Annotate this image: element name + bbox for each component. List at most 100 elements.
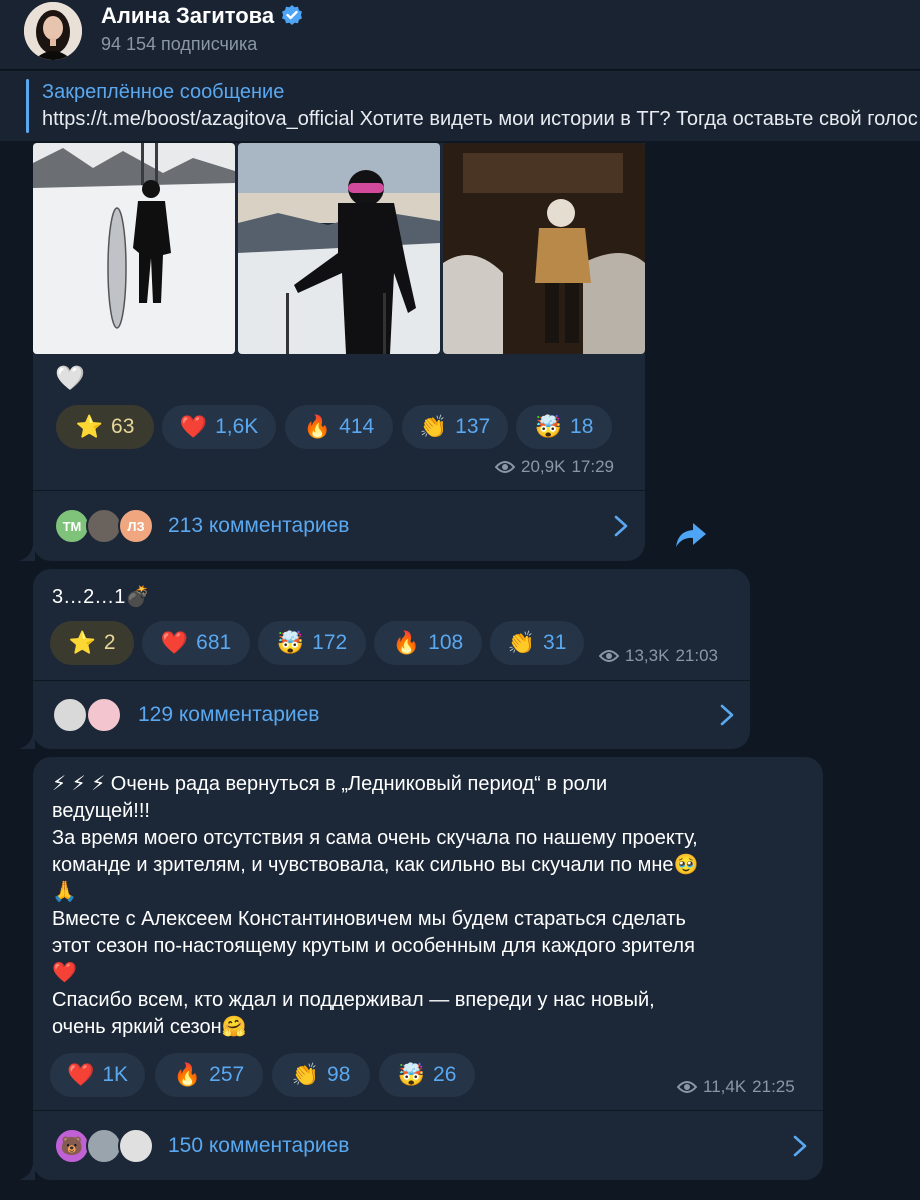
reaction-clap[interactable]: 👏 98	[272, 1053, 370, 1097]
star-icon: ⭐	[68, 630, 96, 655]
message-text: ⚡ ⚡ ⚡ Очень рада вернуться в „Ледниковый…	[52, 771, 812, 1041]
text-line: ведущей!!!	[52, 800, 150, 822]
reaction-count: 26	[433, 1063, 457, 1086]
reaction-fire[interactable]: 🔥 108	[374, 621, 482, 665]
eye-icon	[677, 1081, 697, 1093]
comments-count: 150 комментариев	[168, 1134, 350, 1157]
reaction-mind-blown[interactable]: 🤯 18	[516, 405, 612, 449]
reaction-count: 137	[455, 415, 491, 438]
comments-divider	[33, 680, 750, 681]
reaction-heart[interactable]: ❤️ 1K	[50, 1053, 145, 1097]
text-line: За время моего отсутствия я сама очень с…	[52, 827, 698, 849]
reaction-fire[interactable]: 🔥 257	[155, 1053, 263, 1097]
avatar	[86, 1128, 122, 1164]
avatar	[52, 697, 88, 733]
comments-divider	[33, 1110, 823, 1111]
star-icon: ⭐	[75, 414, 104, 439]
commenter-avatars: 🐻	[54, 1128, 154, 1164]
comments-link[interactable]: 129 комментариев	[52, 687, 742, 743]
reaction-count: 681	[196, 631, 232, 654]
comments-count: 129 комментариев	[138, 703, 320, 726]
commenter-avatars	[52, 697, 124, 733]
reaction-clap[interactable]: 👏 31	[490, 621, 584, 665]
message-time: 21:03	[675, 646, 718, 665]
reaction-heart[interactable]: ❤️ 681	[142, 621, 250, 665]
reaction-count: 414	[339, 415, 375, 438]
bubble-tail	[19, 545, 35, 561]
photo-ski-slope[interactable]	[238, 143, 440, 354]
text-line: ⚡ ⚡ ⚡ Очень рада вернуться в „Ледниковый…	[52, 773, 608, 795]
avatar: ТМ	[54, 508, 90, 544]
mind-blown-icon: 🤯	[397, 1062, 426, 1087]
verified-badge-icon	[282, 5, 303, 25]
fire-icon: 🔥	[392, 630, 421, 655]
reaction-mind-blown[interactable]: 🤯 26	[379, 1053, 475, 1097]
text-line: Вместе с Алексеем Константиновичем мы бу…	[52, 908, 686, 930]
avatar: ЛЗ	[118, 508, 154, 544]
heart-icon: ❤️	[66, 1062, 95, 1087]
channel-title[interactable]: Алина Загитова	[101, 3, 304, 29]
chevron-right-icon	[793, 1135, 807, 1157]
text-line: ❤️	[52, 962, 77, 984]
channel-avatar[interactable]	[24, 2, 82, 60]
reaction-count: 1,6K	[215, 415, 259, 438]
view-count: 13,3K	[625, 646, 670, 665]
message-meta: 20,9K 17:29	[495, 457, 614, 477]
fire-icon: 🔥	[303, 414, 332, 439]
commenter-avatars: ТМ ЛЗ	[54, 508, 158, 544]
text-line: этот сезон по-настоящему крутым и особен…	[52, 935, 695, 957]
pinned-message-bar[interactable]: Закреплённое сообщение https://t.me/boos…	[0, 71, 920, 141]
avatar: 🐻	[54, 1128, 90, 1164]
message-caption: 🤍	[55, 365, 85, 392]
chevron-right-icon	[614, 515, 628, 537]
text-line: Спасибо всем, кто ждал и поддерживал — в…	[52, 989, 655, 1011]
clap-icon: 👏	[507, 630, 536, 655]
avatar	[86, 697, 122, 733]
reaction-mind-blown[interactable]: 🤯 172	[258, 621, 366, 665]
heart-icon: ❤️	[179, 414, 208, 439]
pinned-title: Закреплённое сообщение	[42, 81, 285, 103]
fire-icon: 🔥	[173, 1062, 202, 1087]
pinned-text: https://t.me/boost/azagitova_official Хо…	[42, 108, 918, 130]
reaction-count: 98	[327, 1063, 351, 1086]
photo-album[interactable]	[33, 143, 645, 355]
bubble-tail	[19, 733, 35, 749]
avatar	[86, 508, 122, 544]
clap-icon: 👏	[291, 1062, 320, 1087]
bubble-tail	[19, 1164, 35, 1180]
share-arrow-icon[interactable]	[675, 521, 707, 549]
pinned-indicator	[26, 79, 29, 133]
avatar	[118, 1128, 154, 1164]
heart-icon: ❤️	[160, 630, 189, 655]
photo-snowboard[interactable]	[33, 143, 235, 354]
subscriber-count: 94 154 подписчика	[101, 34, 258, 54]
reaction-fire[interactable]: 🔥 414	[285, 405, 393, 449]
comments-divider	[33, 490, 645, 491]
mind-blown-icon: 🤯	[276, 630, 305, 655]
clap-icon: 👏	[419, 414, 448, 439]
mind-blown-icon: 🤯	[534, 414, 563, 439]
view-count: 11,4K	[703, 1077, 747, 1096]
photo-night-walk[interactable]	[443, 143, 645, 354]
message-meta: 11,4K 21:25	[677, 1077, 795, 1097]
channel-name: Алина Загитова	[101, 3, 275, 28]
reaction-star[interactable]: ⭐ 2	[50, 621, 134, 665]
comments-count: 213 комментариев	[168, 514, 350, 537]
reaction-count: 108	[428, 631, 464, 654]
reaction-count: 31	[543, 631, 567, 654]
reaction-count: 1K	[102, 1063, 129, 1086]
message-time: 17:29	[571, 457, 614, 476]
reaction-heart[interactable]: ❤️ 1,6K	[162, 405, 276, 449]
reaction-star[interactable]: ⭐ 63	[56, 405, 154, 449]
comments-link[interactable]: 🐻 150 комментариев	[54, 1118, 814, 1174]
view-count: 20,9K	[521, 457, 566, 476]
reaction-clap[interactable]: 👏 137	[402, 405, 508, 449]
comments-link[interactable]: ТМ ЛЗ 213 комментариев	[54, 498, 634, 554]
chevron-right-icon	[720, 704, 734, 726]
reaction-count: 18	[570, 415, 594, 438]
reaction-count: 2	[103, 631, 116, 654]
reaction-count: 63	[111, 415, 135, 438]
channel-header[interactable]: Алина Загитова 94 154 подписчика	[0, 0, 920, 70]
text-line: очень яркий сезон🤗	[52, 1016, 247, 1038]
message-meta: 13,3K 21:03	[599, 646, 718, 666]
